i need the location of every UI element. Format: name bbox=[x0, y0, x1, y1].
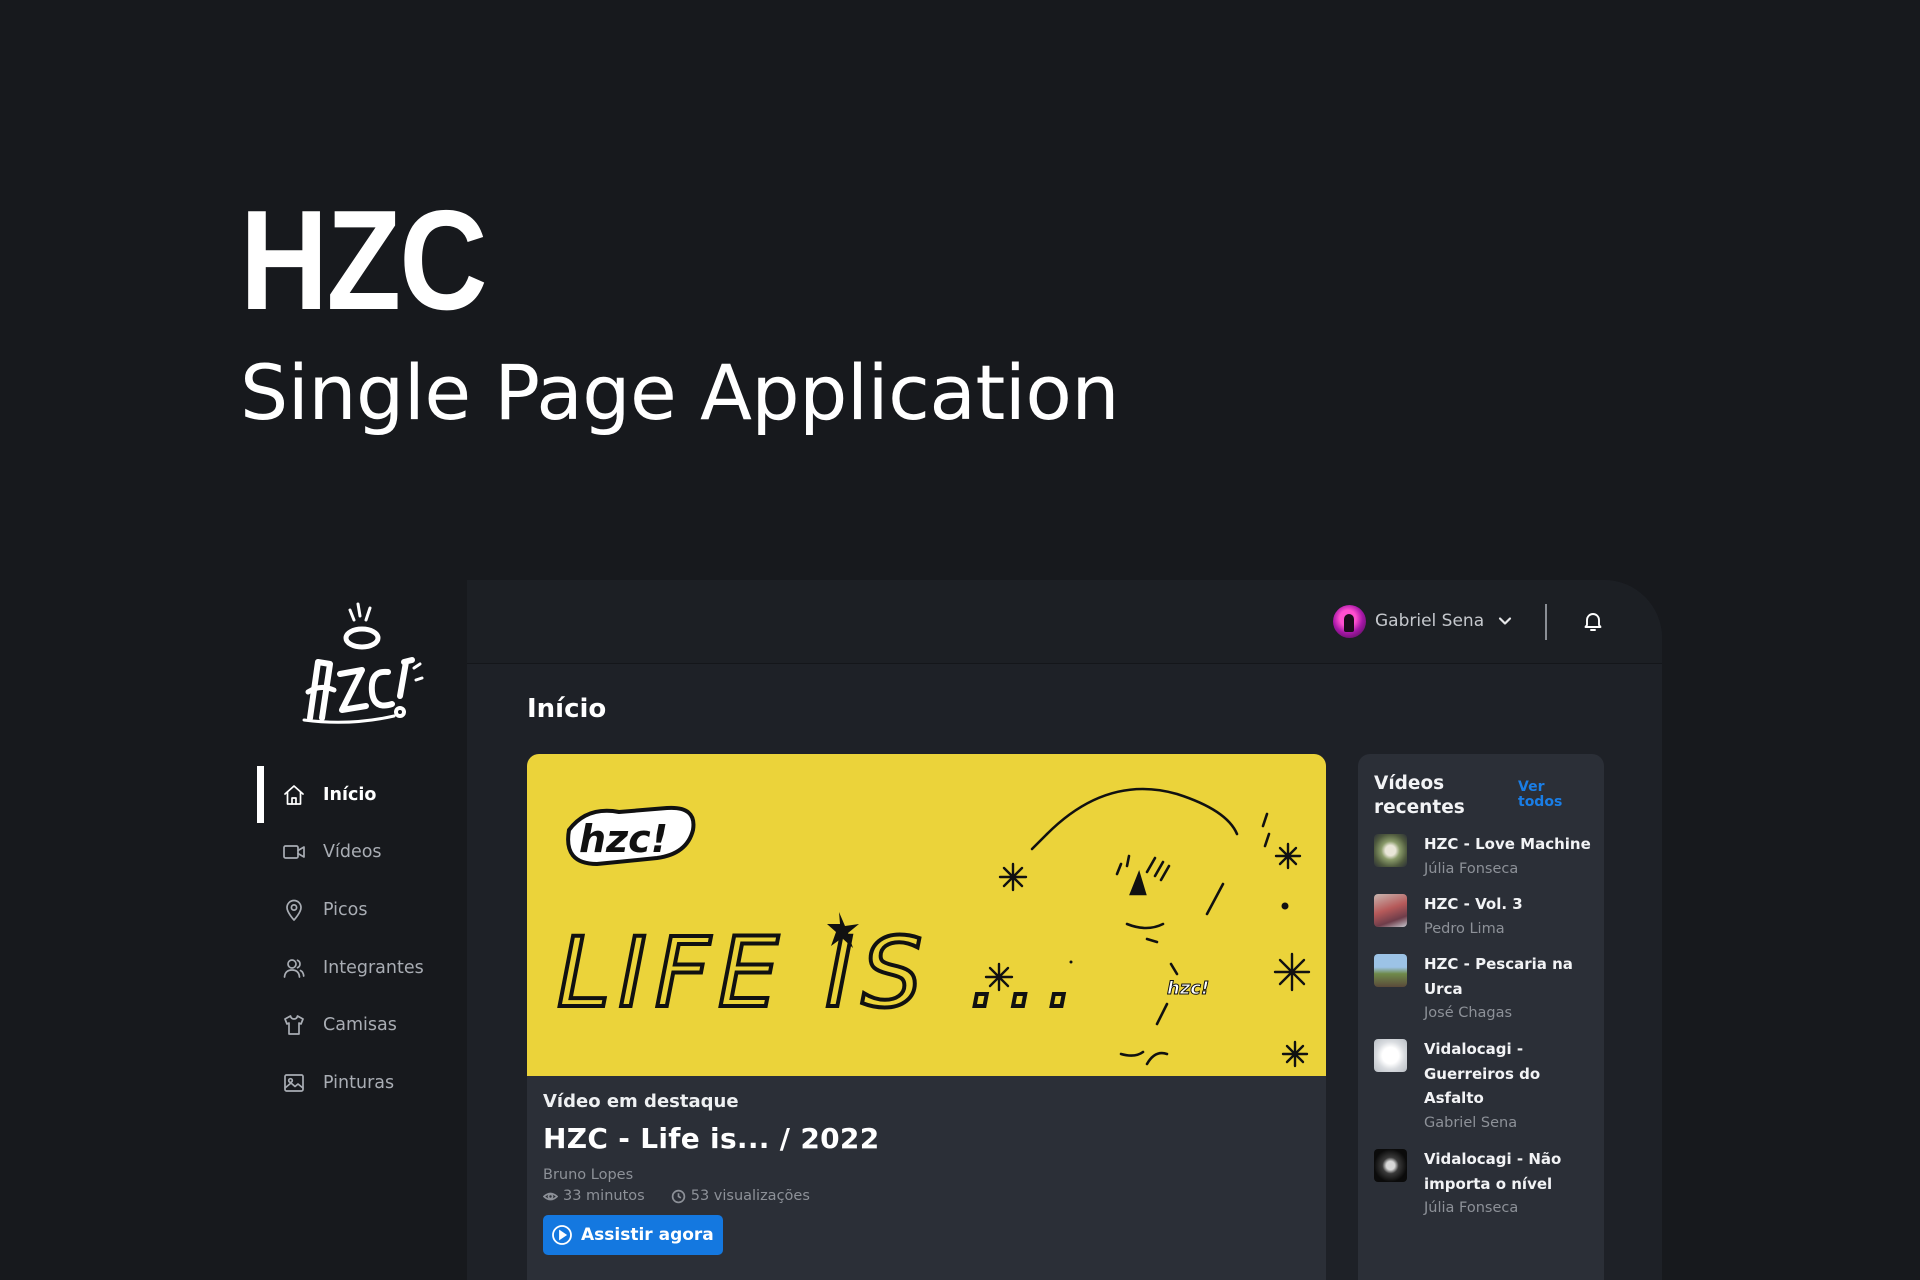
shirt-icon bbox=[281, 1012, 307, 1038]
featured-title[interactable]: HZC - Life is... / 2022 bbox=[543, 1122, 880, 1155]
recent-video-item[interactable]: Vidalocagi - Guerreiros do Asfalto Gabri… bbox=[1374, 1037, 1592, 1135]
sidebar-item-label: Início bbox=[323, 784, 377, 805]
see-all-link[interactable]: Ver todos bbox=[1518, 779, 1578, 811]
sidebar-item-pinturas[interactable]: Pinturas bbox=[257, 1054, 457, 1112]
thumbnail-logo-text: hzc! bbox=[579, 817, 668, 861]
recent-video-author: Júlia Fonseca bbox=[1424, 1200, 1519, 1216]
featured-thumbnail-art: hzc! LIFE IS ... hzc! bbox=[555, 787, 1311, 1068]
hero-subtitle: Single Page Application bbox=[240, 348, 1120, 437]
recent-videos-heading: Vídeos recentes bbox=[1374, 773, 1465, 819]
user-name: Gabriel Sena bbox=[1375, 611, 1485, 631]
watch-now-label: Assistir agora bbox=[581, 1225, 714, 1245]
play-circle-icon bbox=[552, 1225, 572, 1245]
hzc-logo[interactable] bbox=[300, 600, 424, 730]
views-meta: 53 visualizações bbox=[671, 1188, 810, 1204]
recent-video-title: HZC - Love Machine bbox=[1424, 835, 1591, 853]
users-icon bbox=[281, 955, 307, 981]
video-thumbnail bbox=[1374, 954, 1407, 987]
sidebar-item-label: Vídeos bbox=[323, 842, 382, 863]
user-menu[interactable]: Gabriel Sena bbox=[1333, 604, 1514, 638]
recent-video-item[interactable]: HZC - Love Machine Júlia Fonseca bbox=[1374, 832, 1592, 881]
sidebar-item-label: Camisas bbox=[323, 1015, 397, 1036]
recent-videos-panel: Vídeos recentes Ver todos HZC - Love Mac… bbox=[1358, 754, 1604, 1280]
eye-icon bbox=[543, 1192, 558, 1200]
recent-video-title: HZC - Pescaria na Urca bbox=[1424, 955, 1573, 998]
video-thumbnail bbox=[1374, 834, 1407, 867]
recent-video-author: Júlia Fonseca bbox=[1424, 860, 1519, 877]
watch-now-button[interactable]: Assistir agora bbox=[543, 1215, 723, 1255]
sidebar-item-integrantes[interactable]: Integrantes bbox=[257, 939, 457, 997]
bell-icon[interactable] bbox=[1581, 609, 1605, 633]
sidebar-item-label: Pinturas bbox=[323, 1072, 395, 1093]
recent-video-author: Pedro Lima bbox=[1424, 920, 1505, 937]
image-icon bbox=[281, 1070, 307, 1096]
featured-author: Bruno Lopes bbox=[543, 1167, 634, 1183]
thumbnail-text: LIFE IS ... bbox=[557, 917, 1085, 1029]
duration-meta: 33 minutos bbox=[543, 1188, 645, 1204]
sidebar-item-videos[interactable]: Vídeos bbox=[257, 824, 457, 882]
recent-video-item[interactable]: HZC - Pescaria na Urca José Chagas bbox=[1374, 952, 1592, 1025]
map-pin-icon bbox=[281, 897, 307, 923]
views-text: 53 visualizações bbox=[690, 1188, 810, 1204]
duration-text: 33 minutos bbox=[563, 1188, 645, 1204]
recent-video-title: Vidalocagi - Guerreiros do Asfalto bbox=[1424, 1040, 1541, 1107]
sidebar-item-label: Integrantes bbox=[323, 957, 424, 978]
svg-text:hzc!: hzc! bbox=[1167, 978, 1209, 999]
page-title: Início bbox=[527, 694, 607, 724]
home-icon bbox=[281, 782, 307, 808]
featured-video-card: hzc! LIFE IS ... hzc! Vídeo em destaque … bbox=[527, 754, 1326, 1280]
sidebar-item-camisas[interactable]: Camisas bbox=[257, 996, 457, 1054]
video-thumbnail bbox=[1374, 1149, 1407, 1182]
featured-thumbnail[interactable]: hzc! LIFE IS ... hzc! bbox=[527, 754, 1326, 1076]
video-thumbnail bbox=[1374, 894, 1407, 927]
app-panel: Gabriel Sena Início hzc! LIFE IS ... hzc… bbox=[467, 580, 1662, 1280]
clock-icon bbox=[671, 1189, 685, 1203]
recent-video-item[interactable]: HZC - Vol. 3 Pedro Lima bbox=[1374, 892, 1592, 941]
featured-meta: 33 minutos 53 visualizações bbox=[543, 1188, 880, 1204]
sidebar-nav: Início Vídeos Picos Integrantes Camisas … bbox=[257, 766, 457, 1112]
recent-video-title: Vidalocagi - Não importa o nível bbox=[1424, 1150, 1562, 1193]
recent-video-title: HZC - Vol. 3 bbox=[1424, 895, 1523, 913]
recent-video-item[interactable]: Vidalocagi - Não importa o nível Júlia F… bbox=[1374, 1147, 1592, 1220]
chevron-down-icon bbox=[1496, 612, 1514, 630]
top-bar: Gabriel Sena bbox=[467, 580, 1662, 664]
video-camera-icon bbox=[281, 839, 307, 865]
recent-video-author: Gabriel Sena bbox=[1424, 1114, 1518, 1131]
featured-label: Vídeo em destaque bbox=[543, 1091, 739, 1112]
avatar bbox=[1333, 604, 1366, 638]
sidebar-item-inicio[interactable]: Início bbox=[257, 766, 457, 824]
recent-video-author: José Chagas bbox=[1424, 1005, 1513, 1021]
video-thumbnail bbox=[1374, 1039, 1407, 1072]
sidebar-item-picos[interactable]: Picos bbox=[257, 881, 457, 939]
sidebar-item-label: Picos bbox=[323, 899, 368, 920]
header-divider bbox=[1545, 604, 1547, 640]
hero-title: HZC bbox=[240, 181, 488, 340]
featured-info: Vídeo em destaque HZC - Life is... / 202… bbox=[543, 1091, 880, 1255]
